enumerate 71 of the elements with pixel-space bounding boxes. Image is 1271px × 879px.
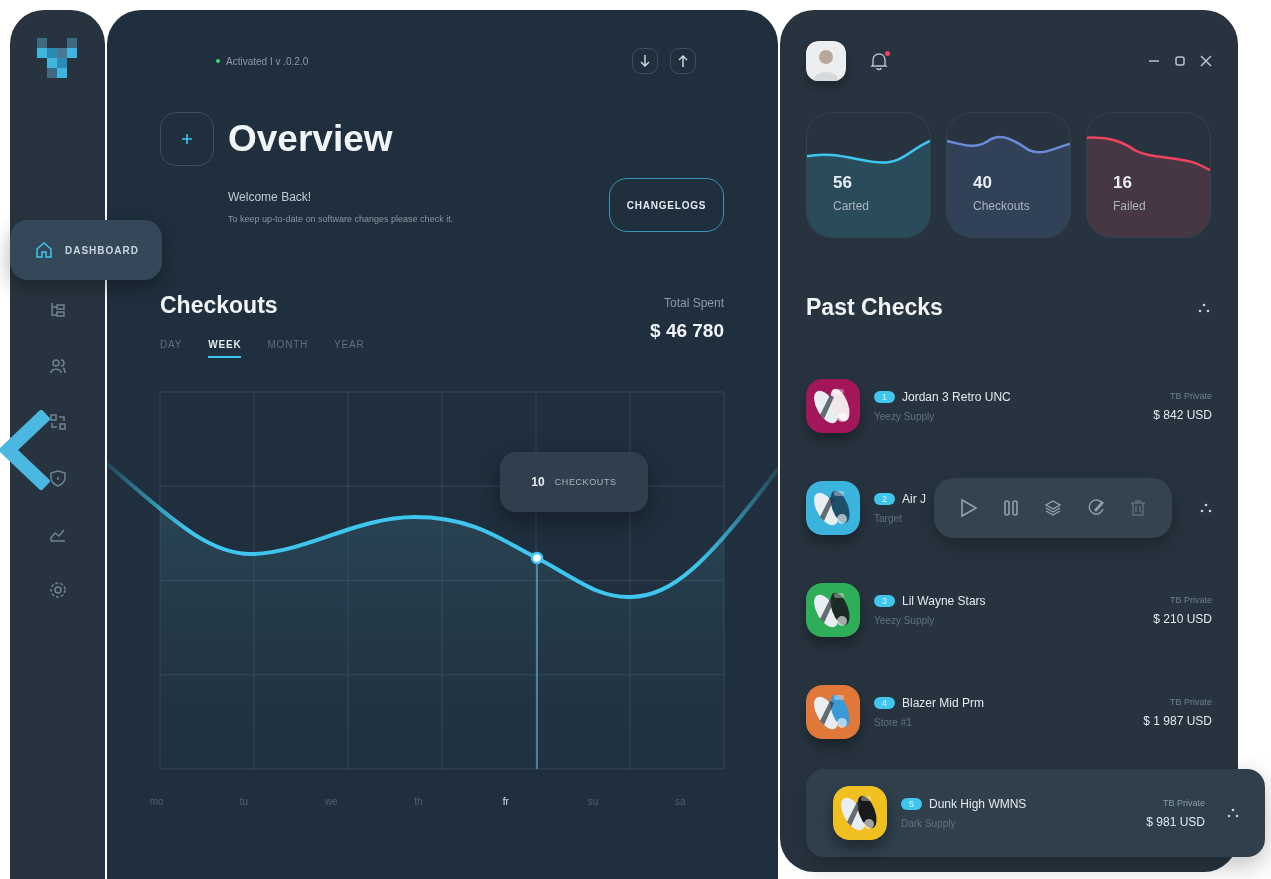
- index-badge: 1: [874, 391, 895, 403]
- product-name: Jordan 3 Retro UNC: [902, 390, 1011, 404]
- account-label: TB Private: [1162, 797, 1205, 808]
- stat-value: 56: [833, 173, 853, 193]
- price: $ 981 USD: [1146, 814, 1205, 829]
- welcome-message: To keep up-to-date on software changes please check it.: [228, 214, 454, 224]
- up-arrow-icon: [678, 55, 688, 67]
- index-badge: 3: [874, 595, 895, 607]
- upload-button[interactable]: [670, 48, 696, 74]
- changelogs-button[interactable]: CHANGELOGS: [609, 178, 724, 232]
- store-name: Yeezy Supply: [874, 411, 936, 422]
- edit-icon[interactable]: [1086, 499, 1105, 517]
- data-point: [530, 551, 544, 565]
- check-row[interactable]: 3 Lil Wayne Stars Yeezy Supply TB Private $ 210 USD: [806, 559, 1212, 661]
- pause-icon[interactable]: [1003, 499, 1020, 517]
- price: $ 842 USD: [1153, 407, 1212, 422]
- check-row[interactable]: 2 Air J Target: [806, 457, 1212, 559]
- check-row[interactable]: 1 Jordan 3 Retro UNC Yeezy Supply TB Private $ 842 USD: [806, 355, 1212, 457]
- layers-icon[interactable]: [1044, 499, 1062, 517]
- stat-label: Checkouts: [973, 199, 1031, 213]
- tooltip-label: CHECKOUTS: [554, 477, 617, 487]
- status-dot: [216, 59, 220, 63]
- nav-item[interactable]: DASHBOARD: [10, 220, 162, 280]
- download-button[interactable]: [632, 48, 658, 74]
- users-icon: [48, 357, 67, 375]
- version-status: Activated I v .0.2.0: [226, 55, 309, 67]
- product-name: Blazer Mid Prm: [902, 696, 985, 710]
- more-icon[interactable]: [1198, 302, 1210, 313]
- swap-icon: [48, 413, 67, 431]
- close-icon[interactable]: [1200, 55, 1212, 67]
- maximize-icon[interactable]: [1174, 55, 1186, 67]
- price: $ 1 987 USD: [1143, 713, 1212, 728]
- home-icon: [35, 241, 53, 259]
- stat-value: 40: [973, 173, 993, 193]
- product-name: Lil Wayne Stars: [902, 594, 986, 608]
- more-icon[interactable]: [1227, 808, 1239, 818]
- account-label: TB Private: [1169, 390, 1212, 401]
- stat-label: Failed: [1113, 199, 1147, 213]
- bell-icon[interactable]: [870, 51, 888, 71]
- down-arrow-icon: [640, 55, 650, 67]
- store-name: Target: [874, 513, 903, 524]
- index-badge: 4: [874, 697, 895, 709]
- plus-icon: [182, 134, 192, 144]
- chevron-icon: [0, 410, 50, 490]
- store-name: Store #1: [874, 717, 913, 728]
- stat-value: 16: [1113, 173, 1133, 193]
- index-badge: 2: [874, 493, 895, 505]
- stat-label: Carted: [833, 199, 871, 213]
- price: $ 210 USD: [1153, 611, 1212, 626]
- settings-icon: [48, 581, 67, 599]
- hierarchy-icon: [48, 301, 67, 319]
- total-label: Total Spent: [662, 296, 724, 310]
- avatar[interactable]: [806, 41, 846, 81]
- index-badge: 5: [901, 798, 922, 810]
- total-value: $ 46 780: [650, 320, 724, 342]
- period-tab[interactable]: WEEK: [208, 339, 242, 358]
- shield-icon: [48, 469, 67, 487]
- section-title: Past Checks: [806, 294, 943, 321]
- account-label: TB Private: [1169, 594, 1212, 605]
- section-title: Checkouts: [160, 292, 279, 319]
- account-label: TB Private: [1169, 696, 1212, 707]
- check-row[interactable]: 4 Blazer Mid Prm Store #1 TB Private $ 1 987 USD: [806, 661, 1212, 763]
- tooltip-value: 10: [531, 475, 545, 489]
- product-name: Dunk High WMNS: [929, 797, 1027, 811]
- product-name: Air J: [902, 492, 926, 506]
- more-icon[interactable]: [1200, 503, 1212, 513]
- store-name: Yeezy Supply: [874, 615, 936, 626]
- greeting: Welcome Back!: [228, 190, 313, 204]
- play-icon[interactable]: [960, 498, 979, 518]
- day-label: fr: [501, 796, 510, 807]
- page-title: Overview: [228, 118, 393, 160]
